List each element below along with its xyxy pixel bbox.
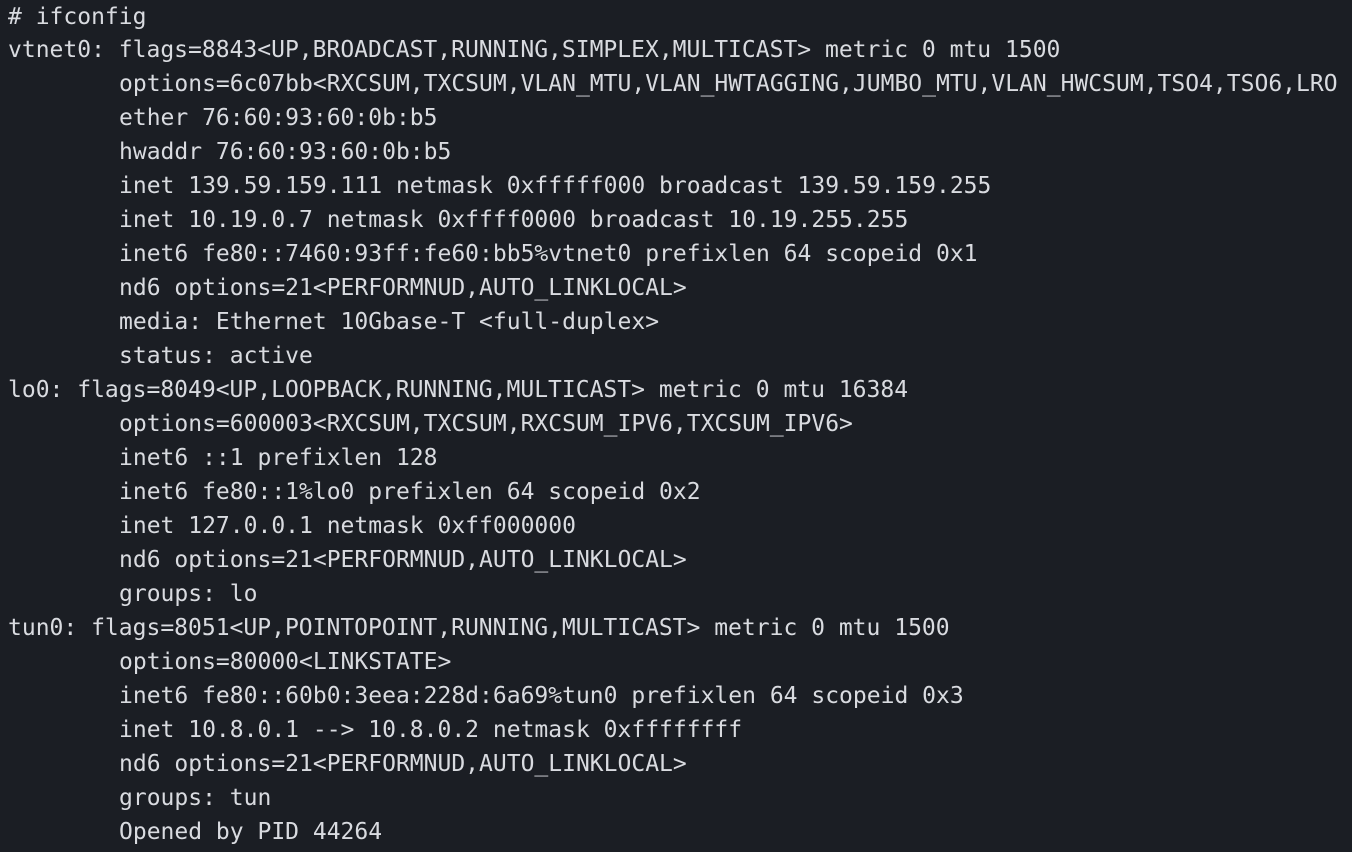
terminal-output[interactable]: # ifconfig vtnet0: flags=8843<UP,BROADCA… [0,0,1352,852]
output-line: hwaddr 76:60:93:60:0b:b5 [119,139,452,165]
output-line: groups: lo [119,581,258,607]
output-line: inet 139.59.159.111 netmask 0xfffff000 b… [119,173,992,199]
output-line: Opened by PID 44264 [119,819,383,845]
output-line: status: active [119,343,313,369]
interface-header-tun0: tun0: flags=8051<UP,POINTOPOINT,RUNNING,… [8,615,950,641]
output-line: inet 10.19.0.7 netmask 0xffff0000 broadc… [119,207,909,233]
output-line: inet6 fe80::7460:93ff:fe60:bb5%vtnet0 pr… [119,241,978,267]
prompt-line: # ifconfig [8,4,147,30]
output-line: options=80000<LINKSTATE> [119,649,452,675]
interface-header-vtnet0: vtnet0: flags=8843<UP,BROADCAST,RUNNING,… [8,37,1061,63]
output-line: nd6 options=21<PERFORMNUD,AUTO_LINKLOCAL… [119,275,687,301]
output-line: groups: tun [119,785,272,811]
output-line: options=600003<RXCSUM,TXCSUM,RXCSUM_IPV6… [119,411,853,437]
output-line: inet6 ::1 prefixlen 128 [119,445,438,471]
output-line: nd6 options=21<PERFORMNUD,AUTO_LINKLOCAL… [119,547,687,573]
output-line: nd6 options=21<PERFORMNUD,AUTO_LINKLOCAL… [119,751,687,777]
output-line: media: Ethernet 10Gbase-T <full-duplex> [119,309,660,335]
output-line: inet6 fe80::1%lo0 prefixlen 64 scopeid 0… [119,479,701,505]
output-line: inet 10.8.0.1 --> 10.8.0.2 netmask 0xfff… [119,717,743,743]
output-line: inet6 fe80::60b0:3eea:228d:6a69%tun0 pre… [119,683,964,709]
output-line: ether 76:60:93:60:0b:b5 [119,105,438,131]
interface-header-lo0: lo0: flags=8049<UP,LOOPBACK,RUNNING,MULT… [8,377,909,403]
output-line: inet 127.0.0.1 netmask 0xff000000 [119,513,576,539]
output-line: options=6c07bb<RXCSUM,TXCSUM,VLAN_MTU,VL… [119,71,1338,97]
